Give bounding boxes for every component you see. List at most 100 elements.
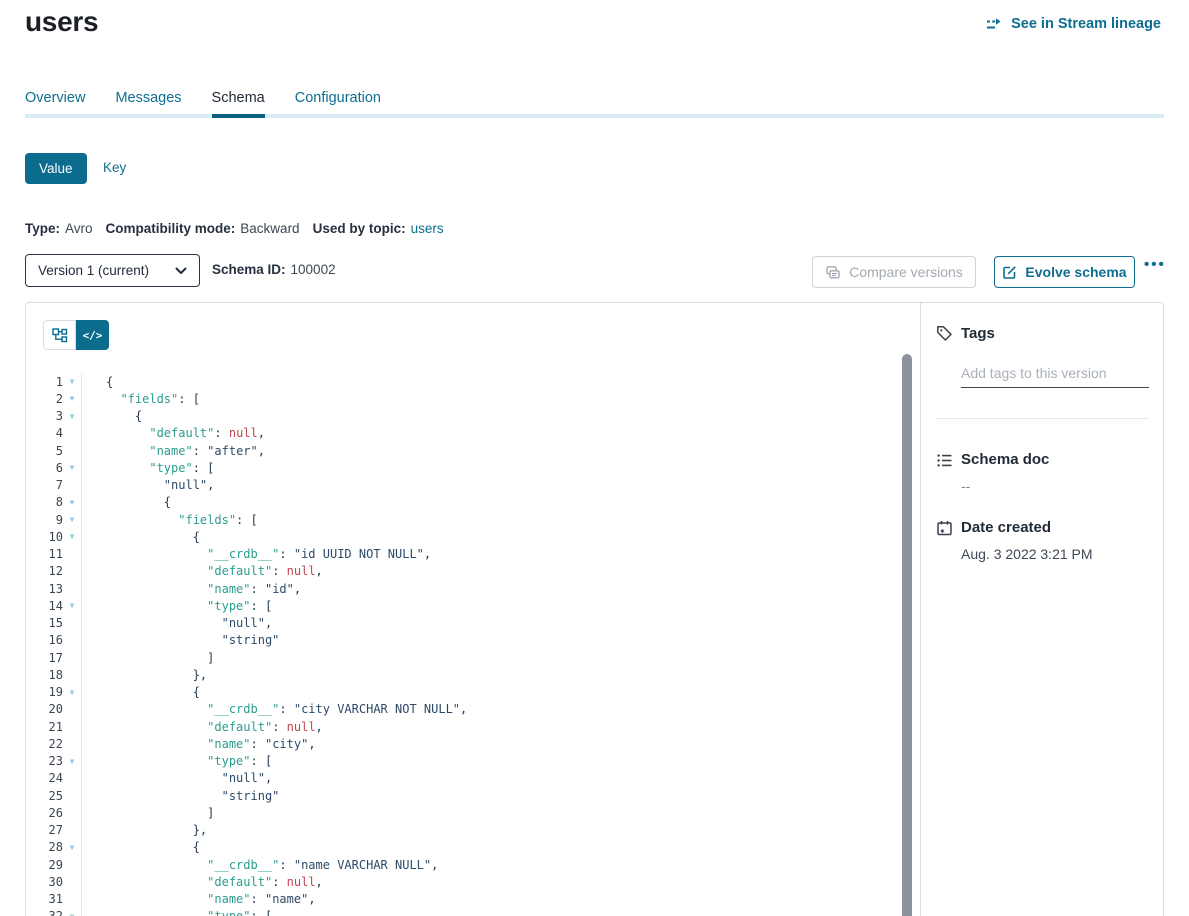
tab-schema[interactable]: Schema [212,90,265,114]
code-text: "type": [ [81,599,272,613]
code-text: "fields": [ [81,392,200,406]
editor-scrollbar[interactable] [902,354,912,916]
line-number: 10 [26,530,63,544]
version-select[interactable]: Version 1 (current) [25,254,200,287]
code-text: "null", [81,478,214,492]
line-number: 12 [26,564,63,578]
key-toggle-button[interactable]: Key [103,160,126,175]
code-line: 9▼ "fields": [ [26,511,906,528]
fold-toggle-icon[interactable]: ▼ [63,515,81,524]
code-text: "name": "id", [81,582,301,596]
code-line: 16 "string" [26,632,906,649]
line-number: 3 [26,409,63,423]
tab-overview[interactable]: Overview [25,90,85,114]
line-number: 18 [26,668,63,682]
date-created-value: Aug. 3 2022 3:21 PM [961,546,1093,562]
code-text: "default": null, [81,875,323,889]
more-actions-button[interactable]: ••• [1144,256,1166,273]
stream-lineage-link[interactable]: See in Stream lineage [986,16,1161,32]
code-text: "__crdb__": "id UUID NOT NULL", [81,547,431,561]
code-text: "__crdb__": "city VARCHAR NOT NULL", [81,702,467,716]
compare-versions-button[interactable]: Compare versions [812,256,976,288]
fold-toggle-icon[interactable]: ▼ [63,601,81,610]
stream-lineage-label: See in Stream lineage [1011,16,1161,32]
fold-toggle-icon[interactable]: ▼ [63,394,81,403]
code-line: 12 "default": null, [26,563,906,580]
code-line: 6▼ "type": [ [26,459,906,476]
code-line: 4 "default": null, [26,425,906,442]
date-created-title: Date created [961,519,1051,536]
code-text: "name": "after", [81,444,265,458]
line-number: 6 [26,461,63,475]
evolve-schema-icon [1002,265,1017,280]
schema-doc-value: -- [961,478,970,494]
code-line: 11 "__crdb__": "id UUID NOT NULL", [26,546,906,563]
code-text: "type": [ [81,909,272,916]
code-line: 23▼ "type": [ [26,753,906,770]
stream-lineage-icon [986,17,1004,31]
line-number: 4 [26,426,63,440]
schema-doc-icon [936,452,953,469]
line-number: 20 [26,702,63,716]
fold-toggle-icon[interactable]: ▼ [63,912,81,916]
topic-link[interactable]: users [411,221,444,236]
tree-view-button[interactable] [43,320,76,350]
fold-toggle-icon[interactable]: ▼ [63,498,81,507]
code-line: 18 }, [26,666,906,683]
type-field: Type:Avro [25,221,93,236]
code-text: }, [81,668,207,682]
code-line: 29 "__crdb__": "name VARCHAR NULL", [26,856,906,873]
fold-toggle-icon[interactable]: ▼ [63,412,81,421]
schema-code-editor: 1▼{2▼ "fields": [3▼ {4 "default": null,5… [26,373,906,916]
compare-versions-label: Compare versions [849,264,963,280]
code-text: "name": "name", [81,892,316,906]
code-text: "string" [81,789,279,803]
compat-field: Compatibility mode:Backward [106,221,300,236]
line-number: 27 [26,823,63,837]
code-line: 2▼ "fields": [ [26,390,906,407]
line-number: 32 [26,909,63,916]
code-text: { [81,840,200,854]
code-view-button[interactable]: </> [76,320,109,350]
code-text: "default": null, [81,564,323,578]
fold-toggle-icon[interactable]: ▼ [63,532,81,541]
fold-toggle-icon[interactable]: ▼ [63,757,81,766]
code-text: "string" [81,633,279,647]
fold-toggle-icon[interactable]: ▼ [63,463,81,472]
fold-toggle-icon[interactable]: ▼ [63,688,81,697]
evolve-schema-button[interactable]: Evolve schema [994,256,1135,288]
code-line: 25 "string" [26,787,906,804]
page-title: users [25,6,98,38]
topic-field: Used by topic:users [313,221,444,236]
line-number: 1 [26,375,63,389]
date-created-icon [936,520,953,537]
code-view-icon: </> [83,329,103,342]
tab-underline-track [25,114,1164,118]
line-number: 26 [26,806,63,820]
code-line: 1▼{ [26,373,906,390]
value-toggle-button[interactable]: Value [25,153,87,184]
schema-detail-panel: </> 1▼{2▼ "fields": [3▼ {4 "default": nu… [25,302,1164,916]
code-text: "name": "city", [81,737,316,751]
schema-meta-row: Type:Avro Compatibility mode:Backward Us… [25,221,444,236]
tree-view-icon [52,328,68,343]
line-number: 11 [26,547,63,561]
tag-icon [936,325,953,342]
fold-toggle-icon[interactable]: ▼ [63,377,81,386]
tab-configuration[interactable]: Configuration [295,90,381,114]
tab-messages[interactable]: Messages [115,90,181,114]
add-tags-input[interactable] [961,358,1149,388]
code-line: 26 ] [26,804,906,821]
code-line: 3▼ { [26,408,906,425]
code-text: "type": [ [81,461,214,475]
code-text: "null", [81,771,272,785]
code-line: 21 "default": null, [26,718,906,735]
code-line: 10▼ { [26,528,906,545]
fold-toggle-icon[interactable]: ▼ [63,843,81,852]
editor-view-toggle: </> [43,320,109,350]
line-number: 23 [26,754,63,768]
code-line: 14▼ "type": [ [26,597,906,614]
code-line: 31 "name": "name", [26,891,906,908]
evolve-schema-label: Evolve schema [1025,264,1126,280]
type-value: Avro [65,221,93,236]
